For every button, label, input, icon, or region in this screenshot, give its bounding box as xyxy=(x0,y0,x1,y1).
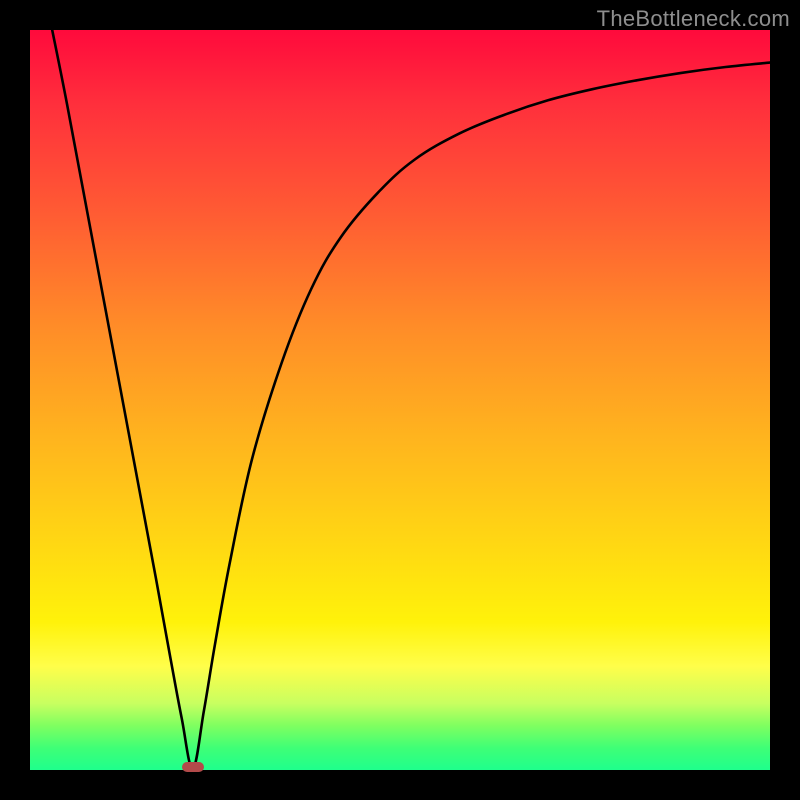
minimum-marker xyxy=(182,762,204,772)
watermark-text: TheBottleneck.com xyxy=(597,6,790,32)
bottleneck-curve xyxy=(30,30,770,770)
